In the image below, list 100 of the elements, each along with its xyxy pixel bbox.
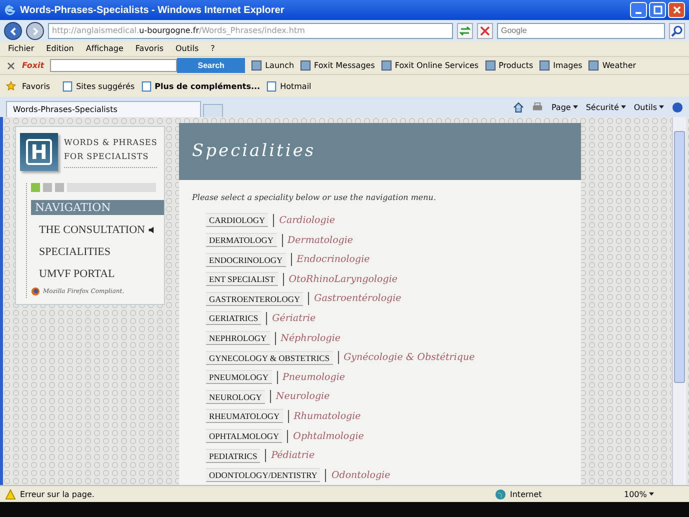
caret-icon[interactable] bbox=[620, 105, 626, 109]
toolbar-link[interactable]: Weather bbox=[602, 61, 636, 70]
speciality-link[interactable]: NEUROLOGY bbox=[206, 390, 265, 404]
french-name[interactable]: Gériatrie bbox=[272, 312, 316, 324]
speciality-link[interactable]: DERMATOLOGY bbox=[206, 233, 277, 248]
toolbar-icon[interactable] bbox=[588, 60, 600, 71]
toolbar-icon[interactable] bbox=[484, 60, 496, 71]
menu-item[interactable]: Outils bbox=[176, 44, 199, 53]
french-name[interactable]: Gynécologie & Obstétrique bbox=[344, 352, 475, 364]
logo-letter: H bbox=[26, 139, 52, 165]
french-name[interactable]: Rhumatologie bbox=[294, 410, 361, 422]
toolbar-link[interactable]: Launch bbox=[265, 61, 294, 70]
menu-item[interactable]: Fichier bbox=[8, 44, 34, 53]
speciality-link[interactable]: RHEUMATOLOGY bbox=[206, 409, 283, 424]
site-title: FOR SPECIALISTS bbox=[64, 151, 150, 163]
nav-link[interactable]: UMVF PORTAL bbox=[39, 268, 115, 280]
scrollbar[interactable] bbox=[672, 117, 686, 485]
warning-icon bbox=[5, 488, 16, 500]
home-icon[interactable] bbox=[513, 102, 524, 112]
speciality-link[interactable]: PEDIATRICS bbox=[206, 448, 260, 463]
toolbar-link[interactable]: Foxit Online Services bbox=[394, 61, 479, 70]
help-icon[interactable] bbox=[672, 102, 683, 112]
speciality-link[interactable]: ENT SPECIALIST bbox=[206, 272, 278, 286]
browser-icon bbox=[4, 4, 16, 16]
close-icon[interactable] bbox=[6, 60, 16, 70]
menu-item[interactable]: Favoris bbox=[135, 44, 164, 53]
page-icon[interactable] bbox=[140, 80, 152, 92]
foxit-search-field[interactable] bbox=[50, 59, 178, 72]
toolbar-link[interactable]: Images bbox=[553, 61, 582, 70]
maximize-button[interactable] bbox=[649, 2, 666, 18]
toolbar-icon[interactable] bbox=[380, 60, 392, 71]
back-button[interactable] bbox=[4, 22, 22, 40]
french-name[interactable]: Gastroentérologie bbox=[314, 293, 402, 304]
french-name[interactable]: Pneumologie bbox=[282, 372, 345, 383]
french-name[interactable]: Neurologie bbox=[276, 391, 330, 402]
speciality-link[interactable]: GASTROENTEROLOGY bbox=[206, 292, 304, 306]
status-message: Erreur sur la page. bbox=[20, 490, 96, 498]
favorite-link[interactable]: Plus de compléments... bbox=[154, 82, 260, 90]
favorite-link[interactable]: Hotmail bbox=[280, 82, 312, 90]
toolbar-icon[interactable] bbox=[251, 60, 262, 71]
toolbar-link[interactable]: Foxit Messages bbox=[314, 61, 375, 70]
minimize-icon bbox=[635, 12, 642, 14]
forward-button[interactable] bbox=[26, 22, 44, 40]
speciality-link[interactable]: PNEUMOLOGY bbox=[206, 370, 272, 384]
browser-tab[interactable]: Words-Phrases-Specialists bbox=[6, 101, 201, 117]
window-title: Words-Phrases-Specialists - Windows Internet Explorer bbox=[20, 4, 286, 16]
zoom-level[interactable]: 100% bbox=[624, 490, 647, 498]
caret-icon[interactable] bbox=[572, 105, 578, 109]
french-name[interactable]: Pédiatrie bbox=[271, 450, 315, 462]
refresh-icon[interactable] bbox=[457, 22, 473, 38]
french-name[interactable]: Ophtalmologie bbox=[293, 430, 364, 442]
menu-item[interactable]: Edition bbox=[46, 44, 74, 53]
close-icon bbox=[672, 5, 682, 15]
french-name[interactable]: Cardiologie bbox=[279, 214, 336, 226]
speaker-icon[interactable] bbox=[148, 226, 156, 234]
globe-icon bbox=[495, 488, 506, 500]
nav-link[interactable]: SPECIALITIES bbox=[39, 246, 110, 258]
intro-text: Please select a speciality below or use the navigation menu. bbox=[192, 192, 438, 202]
toolbar-icon[interactable] bbox=[539, 60, 550, 71]
print-icon[interactable] bbox=[532, 102, 544, 112]
command-menu[interactable]: Page bbox=[551, 102, 571, 112]
favorite-link[interactable]: Sites suggérés bbox=[76, 82, 135, 90]
french-name[interactable]: Odontologie bbox=[331, 470, 390, 481]
caret-icon[interactable] bbox=[659, 105, 664, 109]
speciality-link[interactable]: OPHTALMOLOGY bbox=[206, 429, 282, 444]
toolbar-link[interactable]: Products bbox=[498, 61, 534, 70]
close-button[interactable] bbox=[668, 2, 685, 18]
maximize-icon bbox=[652, 5, 662, 15]
speciality-link[interactable]: GERIATRICS bbox=[206, 311, 262, 326]
command-menu[interactable]: Sécurité bbox=[586, 102, 619, 112]
search-button[interactable]: Search bbox=[177, 58, 246, 73]
menu-item[interactable]: Affichage bbox=[86, 44, 124, 53]
search-icon[interactable] bbox=[669, 22, 685, 38]
french-name[interactable]: Dermatologie bbox=[288, 234, 354, 246]
command-menu[interactable]: Outils bbox=[634, 102, 657, 112]
stop-icon[interactable] bbox=[477, 22, 493, 38]
firefox-icon bbox=[31, 287, 40, 296]
security-zone: Internet bbox=[510, 490, 543, 498]
french-name[interactable]: Endocrinologie bbox=[296, 254, 370, 266]
page-heading: Specialities bbox=[192, 141, 316, 162]
speciality-link[interactable]: ENDOCRINOLOGY bbox=[206, 252, 286, 267]
french-name[interactable]: OtoRhinoLaryngologie bbox=[288, 274, 398, 285]
toolbar-icon[interactable] bbox=[300, 60, 312, 71]
site-title: WORDS & PHRASES bbox=[64, 137, 158, 149]
speciality-link[interactable]: GYNECOLOGY & OBSTETRICS bbox=[206, 350, 333, 365]
foxit-logo[interactable]: Foxit bbox=[22, 61, 44, 70]
favorites-button[interactable]: Favoris bbox=[22, 82, 50, 90]
nav-link[interactable]: THE CONSULTATION bbox=[39, 224, 145, 236]
minimize-button[interactable] bbox=[630, 2, 647, 18]
page-icon[interactable] bbox=[266, 80, 278, 92]
search-field[interactable]: Google bbox=[497, 22, 665, 38]
page-icon[interactable] bbox=[62, 80, 74, 92]
speciality-link[interactable]: CARDIOLOGY bbox=[206, 213, 268, 228]
speciality-link[interactable]: NEPHROLOGY bbox=[206, 331, 270, 346]
caret-icon[interactable] bbox=[648, 492, 654, 496]
speciality-link[interactable]: ODONTOLOGY/DENTISTRY bbox=[206, 468, 320, 482]
star-icon[interactable] bbox=[6, 81, 16, 91]
french-name[interactable]: Néphrologie bbox=[280, 332, 341, 344]
menu-item[interactable]: ? bbox=[210, 44, 215, 53]
address-field[interactable]: http://anglaismedical.u-bourgogne.fr/Words_Phrases/index.htm bbox=[48, 22, 453, 38]
